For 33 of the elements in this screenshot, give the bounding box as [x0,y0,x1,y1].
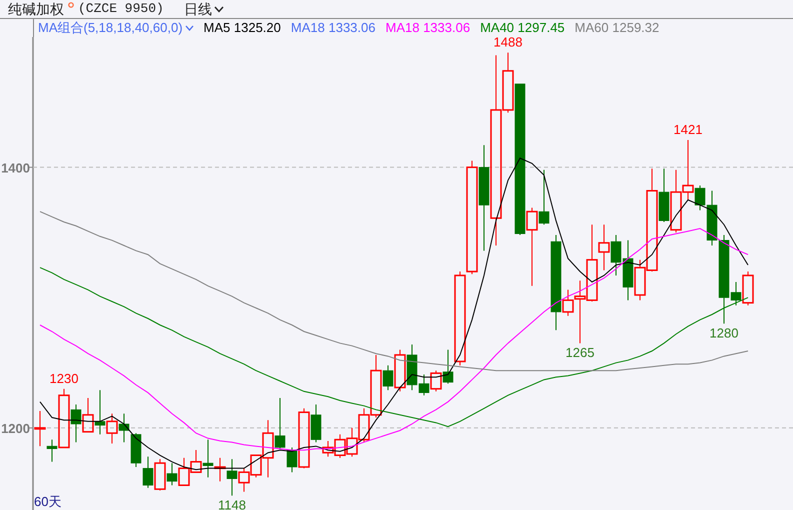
candlestick [178,457,190,486]
ma-legend-value: MA40 1297.45 [480,19,565,37]
candlestick [154,458,166,491]
price-axis-label: 1200 [1,420,30,436]
price-axis-label: 1400 [1,160,30,176]
candlestick [82,397,94,433]
instrument-code: (CZCE 9950) [78,0,164,18]
instrument-name: 纯碱加权 [8,0,64,18]
status-dot-icon [68,2,74,8]
ma-legend-value: MA60 1259.32 [574,19,660,38]
chevron-down-icon [184,25,194,31]
ma-legend-value: MA5 1325.20 [204,19,281,38]
high-price-label: 1230 [50,370,78,386]
candlestick [166,462,178,486]
low-price-label: 1148 [218,498,246,510]
period-label: 60天 [34,494,62,509]
low-price-label: 1265 [566,345,594,360]
low-price-label: 1280 [710,326,738,341]
candlestick [742,271,754,306]
candlestick [538,169,550,226]
candlestick [670,169,682,233]
candlestick [346,427,358,458]
candlestick [118,413,130,443]
chevron-down-icon [214,6,224,12]
candlestick [142,456,154,488]
ma-legend-value: MA18 1333.06 [290,19,376,38]
period-dropdown[interactable]: 日线 [184,0,224,20]
high-price-label: 1421 [674,122,702,137]
candlestick [130,432,142,468]
high-price-label: 1488 [494,37,522,50]
ma-group-dropdown[interactable]: MA组合(5,18,18,40,60,0) [38,18,194,38]
candlestick [334,434,346,458]
ma-legend-value: MA18 1333.06 [385,19,470,38]
